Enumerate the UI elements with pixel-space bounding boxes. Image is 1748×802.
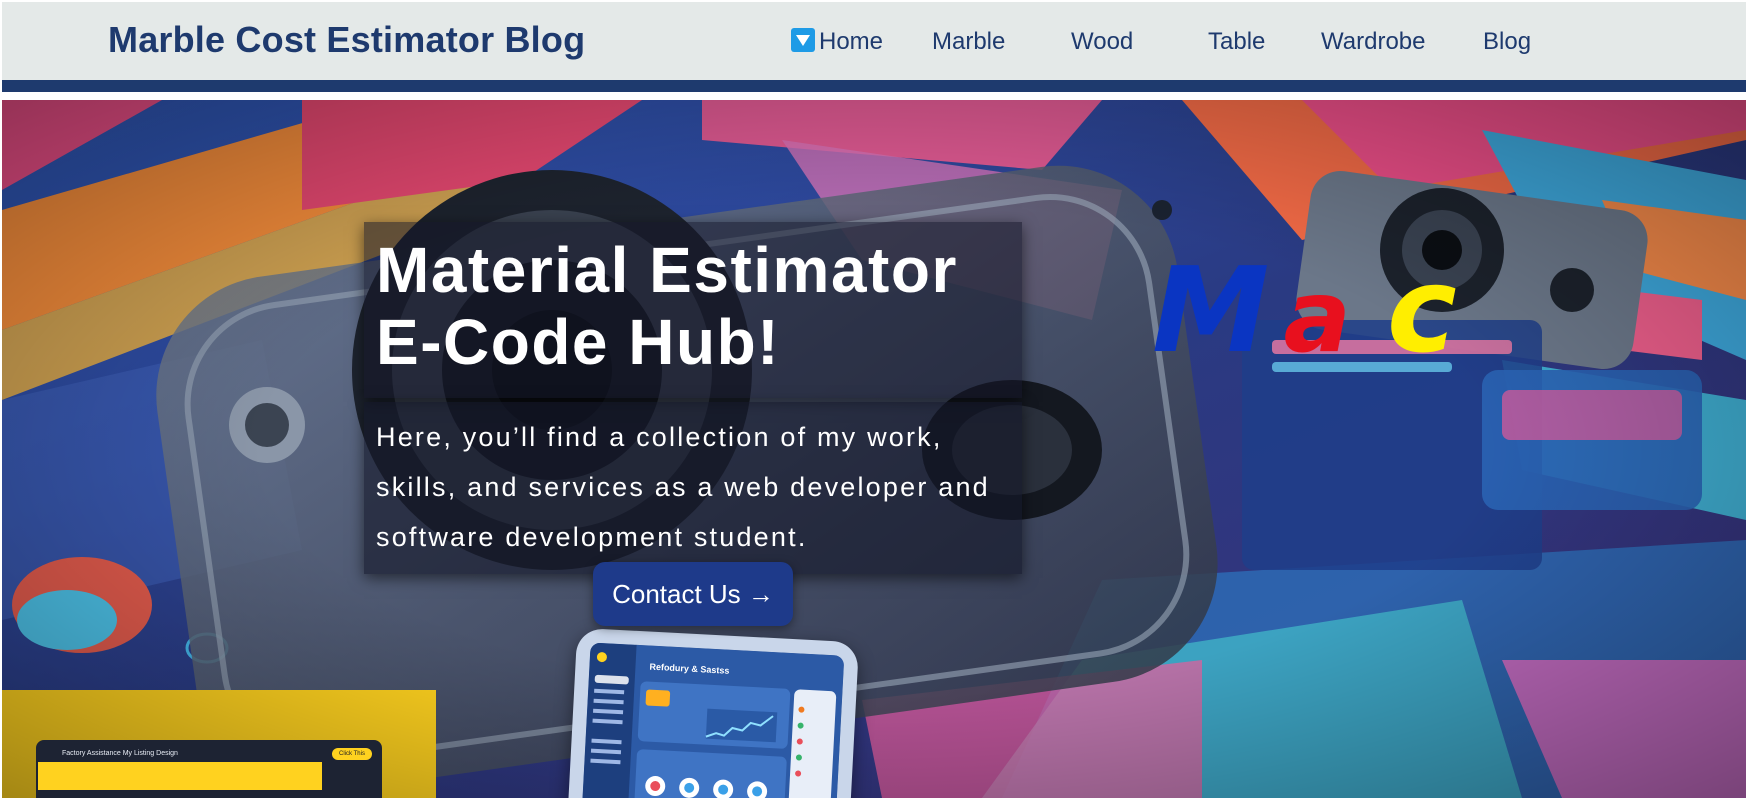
nav-wood[interactable]: Wood (1071, 26, 1133, 58)
hero-description: Here, you’ll find a collection of my wor… (376, 422, 990, 552)
tablet-screen: Refodury & Sastss (581, 642, 845, 798)
logo-letter-m: M (1152, 241, 1270, 379)
contact-us-button[interactable]: Contact Us → (593, 562, 793, 626)
logo-letter-a: a (1283, 258, 1351, 375)
hero-title-line1: Material Estimator (376, 234, 958, 306)
mac-logo: Mac (1152, 241, 1457, 401)
tablet-mockup: Refodury & Sastss (566, 627, 860, 798)
laptop-nav-text: Factory Assistance My Listing Design (62, 750, 178, 757)
hero-section: Material Estimator E-Code Hub! Here, you… (2, 100, 1746, 798)
home-icon (791, 28, 815, 52)
header-divider (2, 80, 1746, 92)
nav-wardrobe[interactable]: Wardrobe (1321, 26, 1425, 58)
site-header: Marble Cost Estimator Blog Home Marble W… (2, 2, 1746, 80)
laptop-mockup: Factory Assistance My Listing Design Cli… (36, 740, 382, 798)
main-nav: Home Marble Wood Table Wardrobe Blog (2, 26, 1746, 58)
nav-blog[interactable]: Blog (1483, 26, 1531, 58)
nav-home[interactable]: Home (791, 26, 883, 58)
hero-title: Material Estimator E-Code Hub! (376, 234, 958, 378)
nav-table[interactable]: Table (1208, 26, 1265, 58)
nav-home-label: Home (819, 28, 884, 55)
laptop-button: Click This (332, 748, 372, 760)
hero-title-line2: E-Code Hub! (376, 306, 780, 378)
nav-marble[interactable]: Marble (932, 26, 1005, 58)
hero-title-box: Material Estimator E-Code Hub! (364, 222, 1022, 398)
hero-description-box: Here, you’ll find a collection of my wor… (364, 402, 1022, 574)
laptop-yellow-bar (38, 762, 322, 790)
logo-letter-c: c (1386, 241, 1457, 379)
